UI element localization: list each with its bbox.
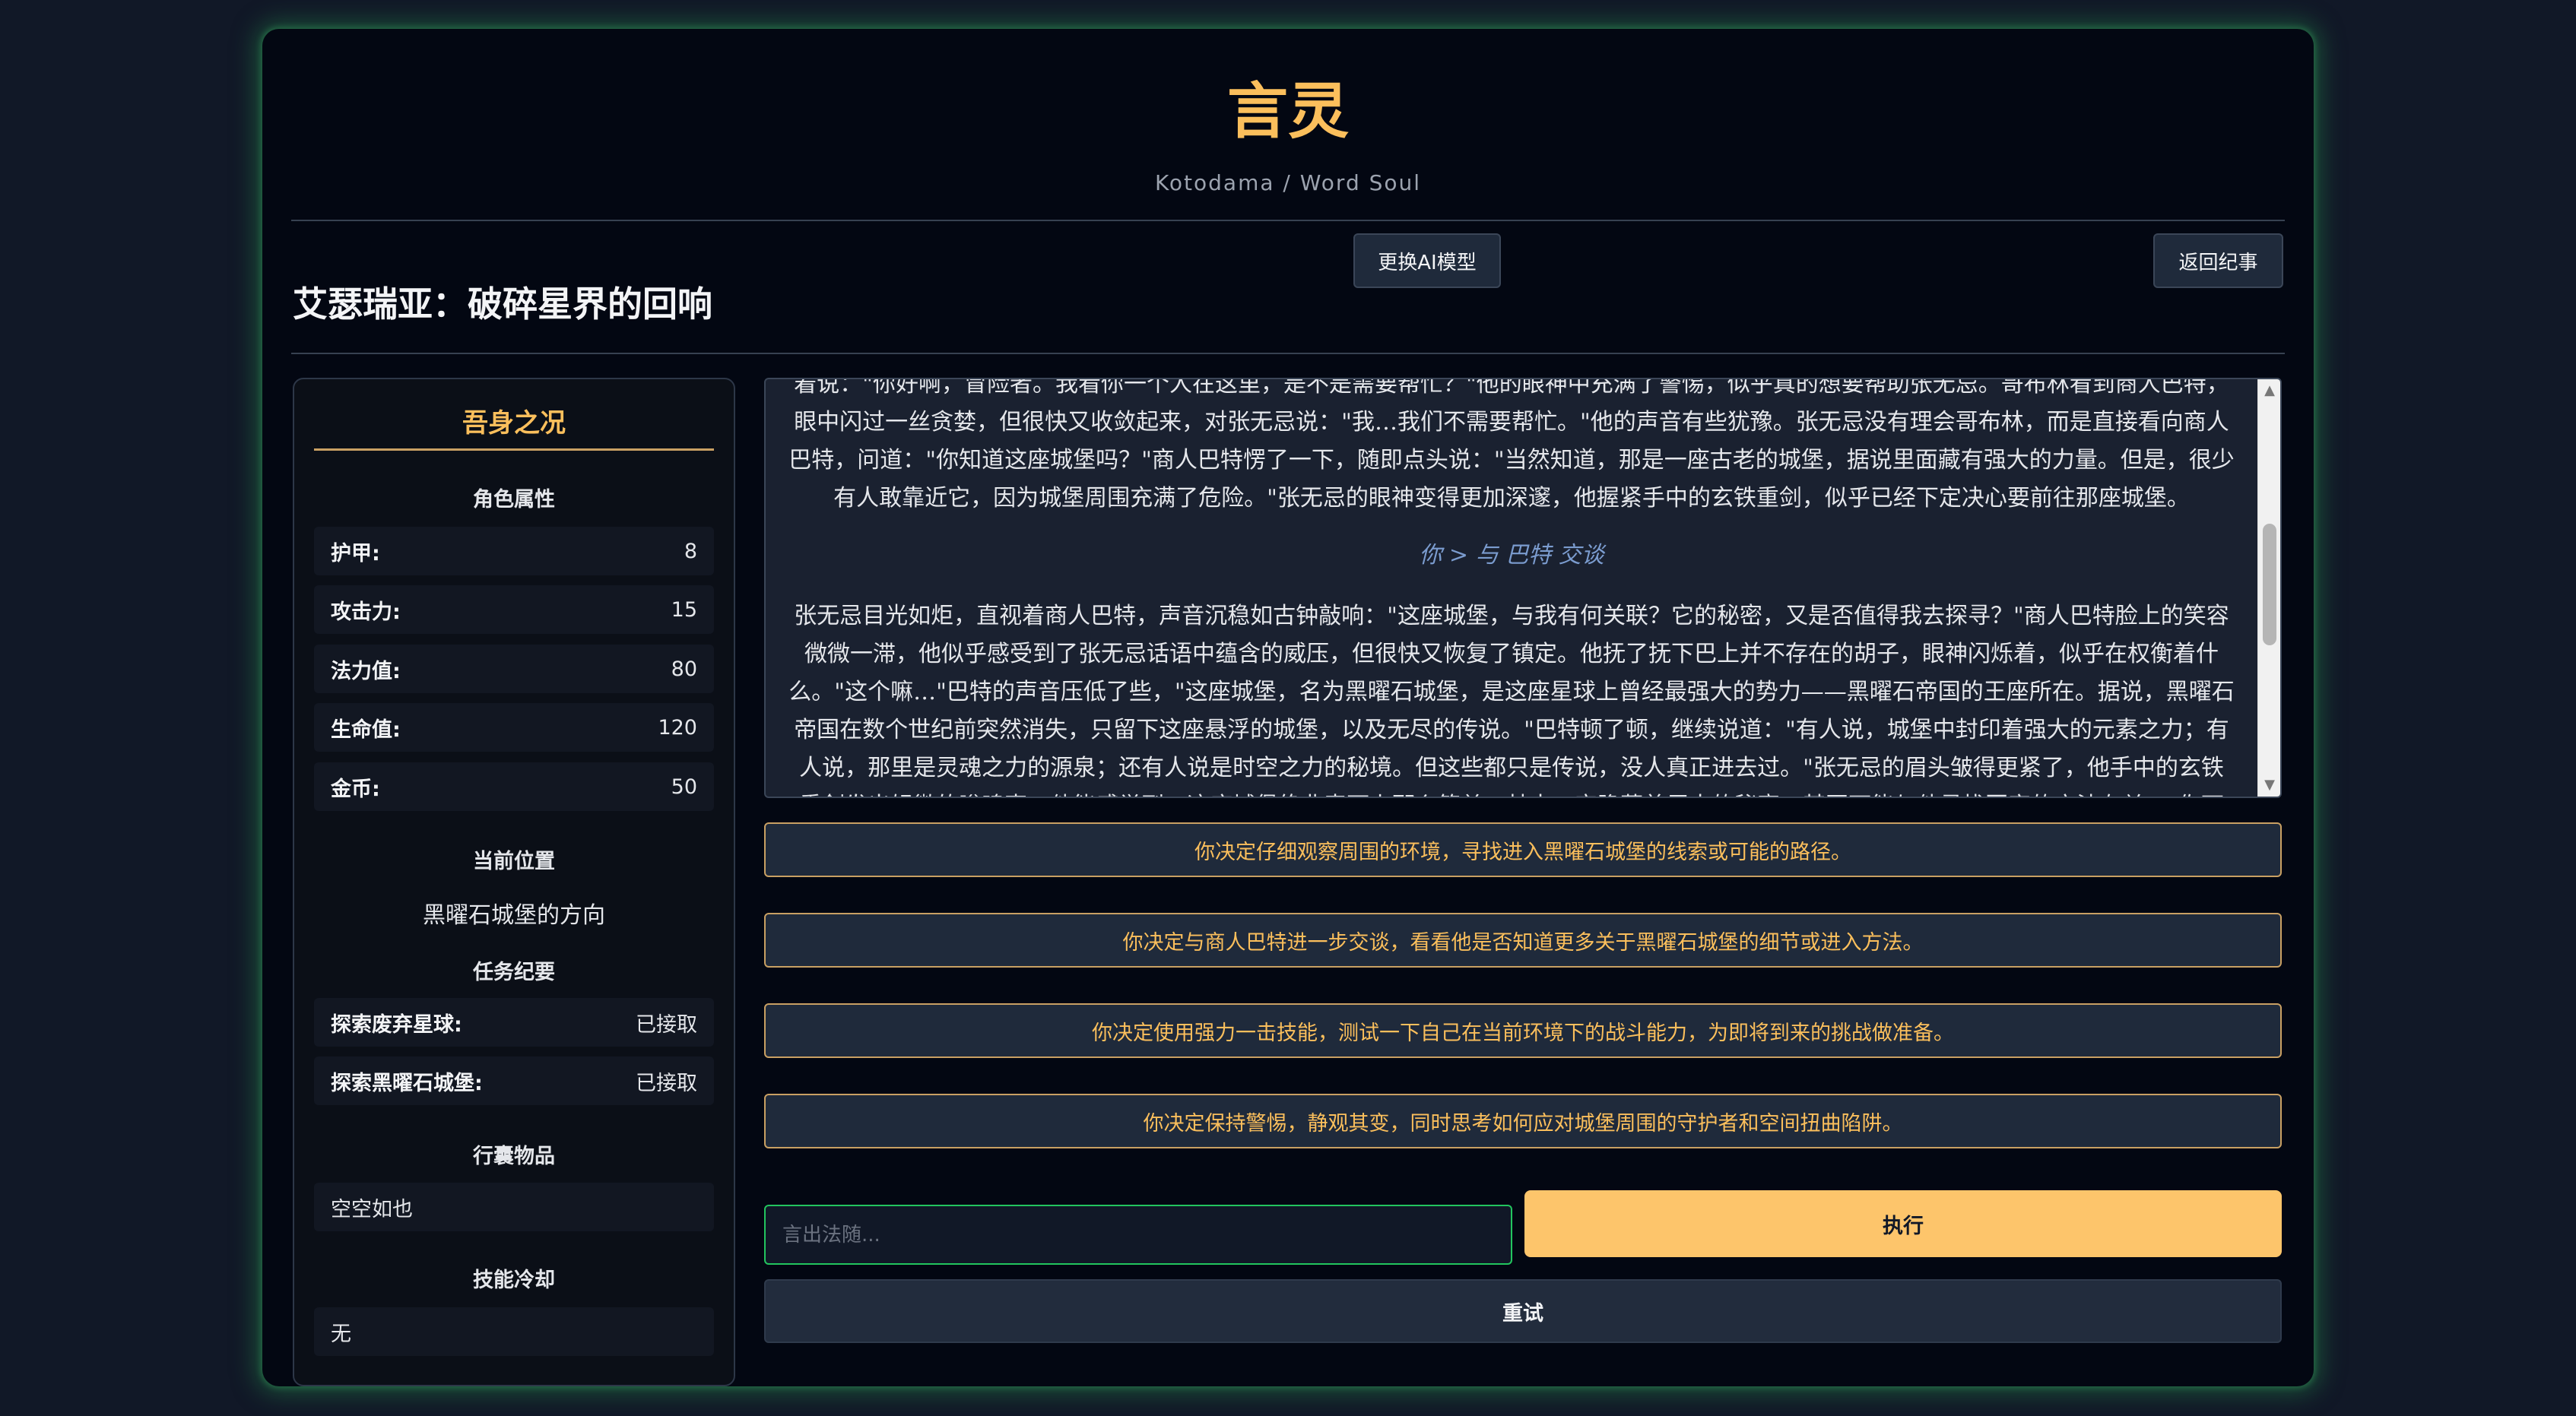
attribute-row-attack: 攻击力: 15: [314, 585, 714, 634]
choice-button-talk[interactable]: 你决定与商人巴特进一步交谈，看看他是否知道更多关于黑曜石城堡的细节或进入方法。: [764, 913, 2282, 968]
status-panel-title: 吾身之况: [314, 402, 714, 451]
attribute-key: 金币:: [331, 777, 380, 801]
scroll-down-icon[interactable]: ▼: [2258, 774, 2280, 797]
attribute-row-gold: 金币: 50: [314, 762, 714, 811]
quests-heading: 任务纪要: [473, 961, 555, 984]
back-to-chronicles-button[interactable]: 返回纪事: [2153, 233, 2283, 288]
scroll-up-icon[interactable]: ▲: [2258, 379, 2280, 402]
app-subtitle: Kotodama / Word Soul: [1154, 170, 1422, 195]
choice-button-skill[interactable]: 你决定使用强力一击技能，测试一下自己在当前环境下的战斗能力，为即将到来的挑战做准…: [764, 1003, 2282, 1058]
inventory-row: 空空如也: [314, 1183, 714, 1231]
attribute-value: 120: [658, 715, 697, 740]
story-scrollbar[interactable]: ▲ ▼: [2257, 379, 2280, 797]
attribute-value: 50: [671, 775, 697, 799]
attribute-row-health: 生命值: 120: [314, 703, 714, 752]
inventory-value: 空空如也: [331, 1197, 413, 1221]
attribute-key: 攻击力:: [331, 600, 401, 624]
story-log[interactable]: 着说："你好啊，冒险者。我看你一个人在这里，是不是需要帮忙？"他的眼神中充满了警…: [764, 378, 2282, 798]
story-paragraph: 着说："你好啊，冒险者。我看你一个人在这里，是不是需要帮忙？"他的眼神中充满了警…: [788, 378, 2235, 512]
execute-button[interactable]: 执行: [1524, 1190, 2282, 1257]
quest-status: 已接取: [636, 1012, 697, 1037]
story-title: 艾瑟瑞亚：破碎星界的回响: [293, 284, 712, 325]
header-divider: [291, 220, 2285, 221]
choice-button-observe[interactable]: 你决定仔细观察周围的环境，寻找进入黑曜石城堡的线索或可能的路径。: [764, 822, 2282, 877]
inventory-heading: 行囊物品: [473, 1145, 555, 1168]
status-panel: 吾身之况 角色属性 护甲: 8 攻击力: 15 法力值: 80 生命值: 120…: [293, 378, 735, 1386]
quest-row: 探索废弃星球: 已接取: [314, 998, 714, 1047]
attribute-key: 生命值:: [331, 718, 401, 742]
attribute-row-mana: 法力值: 80: [314, 645, 714, 693]
quest-name: 探索黑曜石城堡:: [331, 1071, 483, 1095]
attribute-row-armor: 护甲: 8: [314, 527, 714, 575]
attribute-value: 80: [671, 657, 697, 681]
story-paragraph: 张无忌目光如炬，直视着商人巴特，声音沉稳如古钟敲响："这座城堡，与我有何关联？它…: [788, 603, 2235, 797]
attribute-value: 8: [684, 539, 697, 563]
quest-name: 探索废弃星球:: [331, 1012, 462, 1037]
title-divider: [291, 353, 2285, 354]
attributes-heading: 角色属性: [473, 488, 555, 512]
choice-button-wait[interactable]: 你决定保持警惕，静观其变，同时思考如何应对城堡周围的守护者和空间扭曲陷阱。: [764, 1094, 2282, 1148]
game-window: 言灵 Kotodama / Word Soul 艾瑟瑞亚：破碎星界的回响 更换A…: [262, 29, 2314, 1386]
app-title: 言灵: [1227, 75, 1349, 147]
location-heading: 当前位置: [473, 850, 555, 873]
quest-row: 探索黑曜石城堡: 已接取: [314, 1056, 714, 1105]
retry-button[interactable]: 重试: [764, 1279, 2282, 1343]
scrollbar-thumb[interactable]: [2263, 524, 2276, 645]
attribute-value: 15: [671, 597, 697, 622]
quest-status: 已接取: [636, 1071, 697, 1095]
command-input[interactable]: [764, 1205, 1512, 1265]
cooldown-value: 无: [331, 1322, 351, 1346]
current-location: 黑曜石城堡的方向: [423, 902, 605, 929]
player-action-entry: 你 > 与 巴特 交谈: [1419, 542, 1604, 569]
attribute-key: 护甲:: [331, 541, 380, 565]
cooldown-heading: 技能冷却: [473, 1269, 555, 1292]
change-ai-model-button[interactable]: 更换AI模型: [1353, 233, 1501, 288]
cooldown-row: 无: [314, 1307, 714, 1356]
attribute-key: 法力值:: [331, 659, 401, 683]
